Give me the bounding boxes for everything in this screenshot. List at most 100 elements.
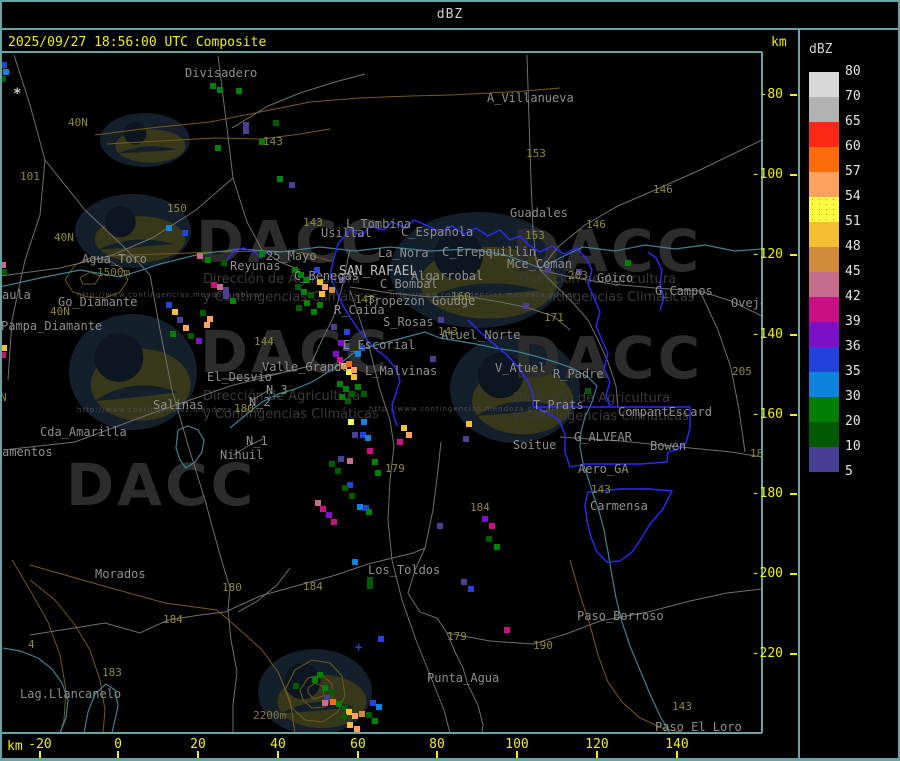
radar-echo-pixel	[230, 298, 236, 304]
place-label: Atuel_Norte	[441, 328, 520, 342]
bottom-axis-tick-label: 120	[585, 737, 609, 752]
place-label: Goico	[597, 271, 633, 285]
timestamp-label: 2025/09/27 18:56:00 UTC Composite	[8, 35, 267, 50]
place-label: Morados	[95, 567, 146, 581]
radar-echo-pixel	[236, 88, 242, 94]
right-axis-tick-label: -120	[751, 247, 783, 262]
route-number-label: 184	[163, 613, 183, 626]
radar-echo-pixel	[331, 519, 337, 525]
radar-echo-pixel	[223, 293, 229, 299]
route-number-label: 153	[526, 147, 546, 160]
right-axis-tick-label: -140	[751, 327, 783, 342]
place-label: Cda_Amarilla	[40, 425, 127, 439]
place-label: G_Campos	[655, 284, 713, 298]
radar-echo-pixel	[207, 316, 213, 322]
place-label: E_Escorial	[343, 338, 415, 352]
radar-echo-pixel	[329, 461, 335, 467]
asterisk-marker: *	[13, 86, 21, 102]
radar-echo-pixel	[397, 439, 403, 445]
place-label: Pampa_Diamante	[1, 319, 102, 333]
route-number-label: 179	[385, 462, 405, 475]
radar-echo-pixel	[331, 324, 337, 330]
radar-echo-pixel	[322, 700, 328, 706]
radar-echo-pixel	[319, 291, 325, 297]
radar-echo-pixel	[322, 685, 328, 691]
bottom-axis-tick-mark	[357, 751, 359, 758]
bottom-axis-tick-label: 20	[190, 737, 206, 752]
radar-echo-pixel	[466, 421, 472, 427]
colorbar-tick-label: 10	[845, 439, 861, 454]
radar-echo-pixel	[372, 459, 378, 465]
colorbar-band-10	[809, 447, 839, 472]
radar-echo-pixel	[210, 83, 216, 89]
radar-echo-pixel	[337, 381, 343, 387]
place-label: 25_Mayo	[266, 249, 317, 263]
radar-echo-pixel	[217, 284, 223, 290]
colorbar-tick-label: 80	[845, 64, 861, 79]
road-line	[231, 73, 366, 129]
radar-echo-pixel	[243, 122, 249, 128]
bottom-axis-tick-mark	[596, 751, 598, 758]
route-number-label: 144	[254, 335, 274, 348]
radar-echo-pixel	[341, 714, 347, 720]
colorbar-tick-label: 65	[845, 114, 861, 129]
colorbar-tick-label: 70	[845, 89, 861, 104]
bottom-axis-tick-mark	[117, 751, 119, 758]
bottom-axis-tick-mark	[436, 751, 438, 758]
radar-echo-pixel	[311, 309, 317, 315]
bottom-axis-tick-label: -20	[28, 737, 52, 752]
elevation-label: 2200m	[253, 709, 286, 722]
radar-echo-pixel	[365, 435, 371, 441]
place-label: Salinas	[153, 398, 204, 412]
place-label: N_1	[246, 434, 268, 448]
place-label: R_Padre	[553, 367, 604, 381]
radar-echo-pixel	[344, 329, 350, 335]
colorbar-band-30	[809, 397, 839, 422]
radar-echo-pixel	[406, 432, 412, 438]
colorbar-tick-label: 42	[845, 289, 861, 304]
radar-echo-pixel	[585, 388, 591, 394]
radar-echo-pixel	[430, 356, 436, 362]
radar-echo-pixel	[259, 251, 265, 257]
colorbar-tick-label: 45	[845, 264, 861, 279]
radar-echo-pixel	[277, 176, 283, 182]
route-number-label: 153	[525, 229, 545, 242]
radar-echo-pixel	[347, 722, 353, 728]
radar-echo-pixel	[352, 432, 358, 438]
radar-echo-pixel	[355, 384, 361, 390]
radar-echo-pixel	[301, 289, 307, 295]
radar-echo-pixel	[376, 704, 382, 710]
route-number-label: 205	[732, 365, 752, 378]
place-label: N_2	[249, 395, 271, 409]
route-number-label: 183	[102, 666, 122, 679]
radar-echo-pixel	[211, 282, 217, 288]
place-label: Aero_GA	[578, 462, 629, 476]
route-number-label: 180	[222, 581, 242, 594]
place-label: Guadales	[510, 206, 568, 220]
route-number-label: 40N	[54, 231, 74, 244]
radar-echo-pixel	[320, 506, 326, 512]
bottom-axis-unit-label: km	[7, 739, 23, 754]
contour-line	[11, 559, 67, 733]
titlebar-separator	[0, 28, 900, 30]
radar-echo-pixel	[329, 689, 335, 695]
radar-echo-pixel	[196, 338, 202, 344]
radar-echo-pixel	[289, 182, 295, 188]
place-label: C_Española	[401, 225, 473, 239]
place-label: Go_Diamante	[58, 295, 137, 309]
place-label: T_Prats	[533, 398, 584, 412]
road-line	[424, 441, 442, 549]
place-label: V_Atuel	[495, 361, 546, 375]
colorbar-tick-label: 57	[845, 164, 861, 179]
colorbar-tick-label: 36	[845, 339, 861, 354]
bottom-axis-tick-mark	[39, 751, 41, 758]
radar-echo-pixel	[361, 419, 367, 425]
secondary-road-line	[569, 559, 686, 733]
radar-echo-pixel	[461, 579, 467, 585]
bottom-axis-tick-label: 100	[505, 737, 529, 752]
radar-echo-pixel	[326, 512, 332, 518]
radar-echo-pixel	[348, 419, 354, 425]
bottom-axis-tick-label: 80	[429, 737, 445, 752]
elevation-label: 1500m	[97, 266, 130, 279]
bottom-axis-tick-label: 0	[114, 737, 122, 752]
